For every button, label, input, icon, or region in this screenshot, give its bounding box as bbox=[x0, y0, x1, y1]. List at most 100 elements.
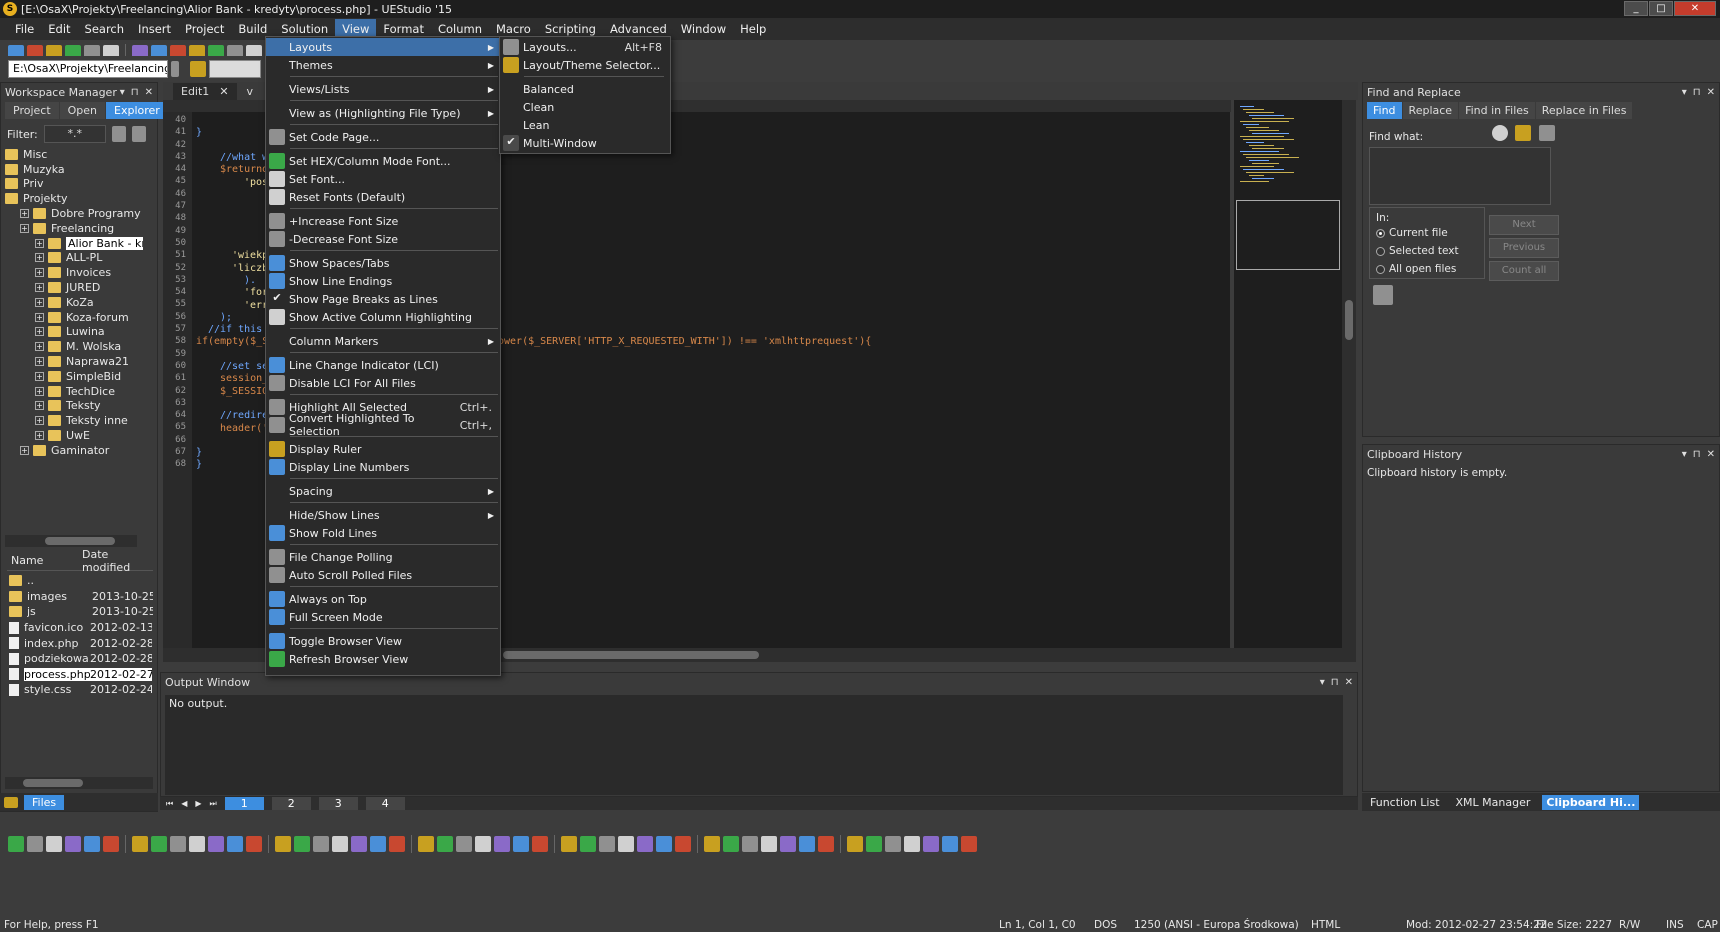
tree-hscroll[interactable] bbox=[5, 535, 137, 547]
view-menu-item[interactable]: Set Font... bbox=[266, 170, 500, 188]
page-tab[interactable]: 3 bbox=[318, 797, 358, 810]
menu-insert[interactable]: Insert bbox=[131, 19, 178, 39]
tree-item[interactable]: + ALL-PL bbox=[5, 251, 143, 266]
filter-input[interactable]: *.* bbox=[43, 125, 106, 143]
file-row[interactable]: favicon.ico 2012-02-13 20 bbox=[9, 620, 153, 636]
expand-icon[interactable]: + bbox=[35, 312, 44, 322]
page-nav-icon[interactable]: ⏭ bbox=[210, 799, 217, 809]
cb-pin-icon[interactable]: ⊓ bbox=[1693, 449, 1701, 460]
layouts-menu-item[interactable]: Balanced bbox=[500, 80, 670, 98]
filter-apply-icon[interactable] bbox=[111, 126, 126, 142]
file-row[interactable]: images 2013-10-25 20 bbox=[9, 589, 153, 605]
expand-icon[interactable]: + bbox=[20, 445, 29, 455]
tab-edit1[interactable]: Edit1 ✕ bbox=[173, 83, 237, 100]
page-nav-icon[interactable]: ◀ bbox=[181, 799, 187, 808]
menu-window[interactable]: Window bbox=[674, 19, 733, 39]
file-row[interactable]: podziekowa...2012-02-28 21 bbox=[9, 651, 153, 667]
output-content[interactable]: No output. bbox=[165, 695, 1343, 795]
file-row[interactable]: index.php 2012-02-28 21 bbox=[9, 635, 153, 651]
fr-close-icon[interactable]: ✕ bbox=[1707, 87, 1715, 98]
cb-menu-icon[interactable]: ▾ bbox=[1682, 449, 1687, 460]
scope-option[interactable]: Current file bbox=[1376, 224, 1478, 242]
view-menu-item[interactable]: -Decrease Font Size bbox=[266, 230, 500, 248]
view-menu-item[interactable]: Show Spaces/Tabs bbox=[266, 254, 500, 272]
tree-item[interactable]: + Luwina bbox=[5, 325, 143, 340]
tree-item[interactable]: + Teksty bbox=[5, 399, 143, 414]
tab-find-in-files[interactable]: Find in Files bbox=[1459, 102, 1535, 119]
view-menu-item[interactable]: Display Ruler bbox=[266, 440, 500, 458]
tree-item[interactable]: Misc bbox=[5, 147, 143, 162]
tree-item[interactable]: + KoZa bbox=[5, 295, 143, 310]
view-menu-item[interactable]: Show Fold Lines bbox=[266, 524, 500, 542]
find-what-input[interactable] bbox=[1369, 147, 1551, 205]
col-date[interactable]: Date modified bbox=[82, 548, 153, 574]
layouts-menu-item[interactable]: Layouts... Alt+F8 bbox=[500, 38, 670, 56]
filter-folder-icon[interactable] bbox=[131, 126, 146, 142]
minimap[interactable] bbox=[1234, 100, 1342, 648]
tab-find[interactable]: Find bbox=[1367, 102, 1402, 119]
menu-search[interactable]: Search bbox=[78, 19, 132, 39]
view-menu-item[interactable]: Always on Top bbox=[266, 590, 500, 608]
tree-item[interactable]: Projekty bbox=[5, 191, 143, 206]
output-menu-icon[interactable]: ▾ bbox=[1320, 677, 1325, 688]
history-icon[interactable] bbox=[1492, 125, 1508, 141]
favorites-star-icon[interactable] bbox=[1515, 125, 1531, 141]
view-menu-item[interactable]: Show Line Endings bbox=[266, 272, 500, 290]
folder-field[interactable] bbox=[209, 60, 261, 78]
scope-option[interactable]: All open files bbox=[1376, 260, 1478, 278]
files-hscroll[interactable] bbox=[5, 777, 153, 789]
file-row[interactable]: style.css 2012-02-24 02 bbox=[9, 682, 153, 698]
page-tab[interactable]: 1 bbox=[224, 797, 264, 810]
close-button[interactable]: ✕ bbox=[1674, 1, 1716, 16]
tree-item[interactable]: Muzyka bbox=[5, 162, 143, 177]
output-close-icon[interactable]: ✕ bbox=[1345, 677, 1353, 688]
layouts-menu-item[interactable]: Lean bbox=[500, 116, 670, 134]
tree-item[interactable]: + Invoices bbox=[5, 265, 143, 280]
view-menu-item[interactable]: Auto Scroll Polled Files bbox=[266, 566, 500, 584]
expand-icon[interactable]: + bbox=[35, 357, 44, 367]
tree-item[interactable]: + UwE bbox=[5, 428, 143, 443]
expand-icon[interactable]: + bbox=[35, 342, 44, 352]
view-menu-item[interactable]: Spacing ▶ bbox=[266, 482, 500, 500]
tree-item[interactable]: + Koza-forum bbox=[5, 310, 143, 325]
expand-icon[interactable]: + bbox=[35, 297, 44, 307]
radio-icon[interactable] bbox=[1376, 228, 1385, 238]
tab-second[interactable]: v bbox=[243, 83, 258, 100]
panel-menu-icon[interactable]: ▾ bbox=[120, 87, 125, 98]
tab-replace[interactable]: Replace bbox=[1402, 102, 1459, 119]
next-button[interactable]: Next bbox=[1489, 215, 1559, 235]
right-panel-tab[interactable]: XML Manager bbox=[1452, 795, 1535, 810]
tree-item[interactable]: + JURED bbox=[5, 280, 143, 295]
view-menu-item[interactable]: Column Markers ▶ bbox=[266, 332, 500, 350]
view-menu-item[interactable]: Disable LCI For All Files bbox=[266, 374, 500, 392]
pin-icon[interactable]: ⊓ bbox=[131, 87, 139, 98]
view-menu-item[interactable]: Views/Lists ▶ bbox=[266, 80, 500, 98]
tree-item[interactable]: + TechDice bbox=[5, 384, 143, 399]
tree-item[interactable]: + M. Wolska bbox=[5, 339, 143, 354]
page-nav-icon[interactable]: ⏮ bbox=[166, 799, 173, 809]
tab-explorer[interactable]: Explorer bbox=[106, 102, 168, 119]
close-icon[interactable]: ✕ bbox=[145, 87, 153, 98]
tree-item[interactable]: + Naprawa21 bbox=[5, 354, 143, 369]
expand-icon[interactable]: + bbox=[35, 386, 44, 396]
expand-icon[interactable]: + bbox=[35, 283, 44, 293]
file-row[interactable]: process.php2012-02-27 22 bbox=[9, 667, 153, 683]
menu-project[interactable]: Project bbox=[178, 19, 231, 39]
tree-item[interactable]: Priv bbox=[5, 177, 143, 192]
menu-help[interactable]: Help bbox=[733, 19, 773, 39]
view-menu-item[interactable]: Reset Fonts (Default) bbox=[266, 188, 500, 206]
right-panel-tab[interactable]: Clipboard Hi... bbox=[1542, 794, 1640, 810]
expand-icon[interactable]: + bbox=[20, 209, 29, 219]
view-menu-item[interactable]: Toggle Browser View bbox=[266, 632, 500, 650]
view-menu-item[interactable]: Line Change Indicator (LCI) bbox=[266, 356, 500, 374]
scope-option[interactable]: Selected text bbox=[1376, 242, 1478, 260]
page-nav-icon[interactable]: ▶ bbox=[195, 799, 201, 808]
tree-item[interactable]: + Freelancing bbox=[5, 221, 143, 236]
tab-open[interactable]: Open bbox=[59, 102, 106, 119]
layouts-menu-item[interactable]: Layout/Theme Selector... bbox=[500, 56, 670, 74]
path-field[interactable]: E:\OsaX\Projekty\Freelancing\Alior bbox=[8, 60, 168, 78]
radio-icon[interactable] bbox=[1376, 264, 1385, 274]
view-menu-item[interactable]: Layouts ▶ bbox=[266, 38, 500, 56]
view-menu-item[interactable]: ✔ Show Page Breaks as Lines bbox=[266, 290, 500, 308]
view-menu-item[interactable]: View as (Highlighting File Type) ▶ bbox=[266, 104, 500, 122]
